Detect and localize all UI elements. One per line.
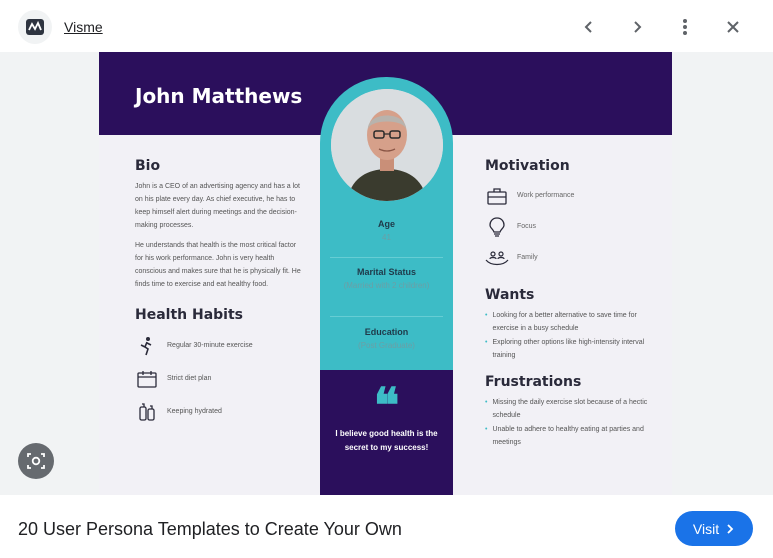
list-item: • Missing the daily exercise slot because… <box>485 399 648 419</box>
viewer-topbar: Visme <box>0 0 773 52</box>
image-caption[interactable]: 20 User Persona Templates to Create Your… <box>18 519 402 540</box>
portrait-photo <box>331 89 443 201</box>
persona-name: John Matthews <box>135 84 303 108</box>
site-link[interactable]: Visme <box>64 19 103 35</box>
right-column: Motivation Work performance Focus Family <box>485 158 655 450</box>
motivation-item: Focus <box>485 211 655 242</box>
lens-search-button[interactable] <box>18 443 54 479</box>
persona-poster: John Matthews Bio John is a CEO of an ad… <box>99 52 672 495</box>
frustrations-heading: Frustrations <box>485 374 582 390</box>
bottle-icon <box>135 400 159 424</box>
lightbulb-icon <box>485 215 509 239</box>
list-item: • Unable to adhere to healthy eating at p… <box>485 426 644 446</box>
habit-item: Strict diet plan <box>135 362 305 395</box>
habit-item: Keeping hydrated <box>135 395 305 428</box>
health-habits-heading: Health Habits <box>135 307 244 323</box>
motivation-item: Work performance <box>485 180 655 211</box>
stat-marital-status: Marital Status (Married with 2 children) <box>343 267 430 290</box>
stat-divider <box>330 257 443 258</box>
left-column: Bio John is a CEO of an advertising agen… <box>135 158 305 428</box>
visit-label: Visit <box>692 520 720 537</box>
visme-logo-icon[interactable] <box>18 10 52 44</box>
chevron-right-icon[interactable] <box>622 12 652 42</box>
viewer-footer: 20 User Persona Templates to Create Your… <box>0 495 773 558</box>
visit-button[interactable]: Visit <box>675 511 753 546</box>
chevron-right-icon <box>727 523 734 534</box>
motivation-heading: Motivation <box>485 158 570 174</box>
center-column: Age 41 Marital Status (Married with 2 ch… <box>320 77 453 495</box>
habit-item: Regular 30-minute exercise <box>135 329 305 362</box>
calendar-icon <box>135 367 159 391</box>
bio-heading: Bio <box>135 158 161 174</box>
quote-text: I believe good health is the secret to m… <box>335 429 438 452</box>
more-vert-icon[interactable] <box>670 12 700 42</box>
quote-box: ❝ I believe good health is the secret to… <box>320 370 453 495</box>
chevron-left-icon[interactable] <box>574 12 604 42</box>
close-icon[interactable] <box>718 12 748 42</box>
list-item: • Exploring other options like high-inten… <box>485 339 645 359</box>
image-stage: John Matthews Bio John is a CEO of an ad… <box>0 52 773 495</box>
stat-divider <box>330 316 443 317</box>
runner-icon <box>135 334 159 358</box>
wants-heading: Wants <box>485 287 535 303</box>
lens-icon <box>27 453 45 469</box>
list-item: • Looking for a better alternative to sav… <box>485 312 637 332</box>
briefcase-icon <box>485 184 509 208</box>
stat-education: Education (Post Graduate) <box>358 327 415 350</box>
bio-paragraph-2: He understands that health is the most c… <box>135 242 301 288</box>
stat-age: Age 41 <box>377 219 395 242</box>
bio-paragraph-1: John is a CEO of an advertising agency a… <box>135 183 300 229</box>
quote-mark-icon: ❝ <box>373 378 400 434</box>
family-hands-icon <box>485 246 509 270</box>
motivation-item: Family <box>485 242 655 273</box>
